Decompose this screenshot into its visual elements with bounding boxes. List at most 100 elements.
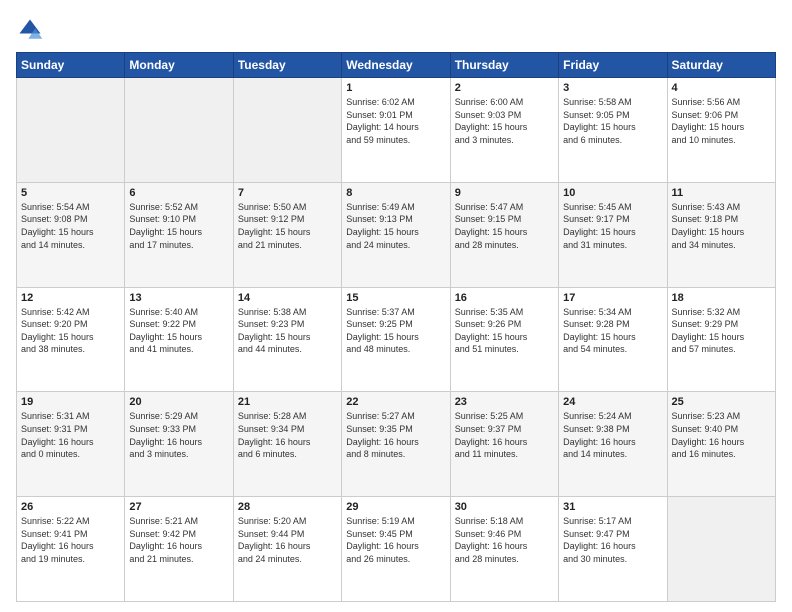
calendar-cell: 30 Sunrise: 5:18 AM Sunset: 9:46 PM Dayli…: [450, 497, 558, 602]
day-number: 4: [672, 82, 771, 94]
day-number: 23: [455, 396, 554, 408]
day-number: 6: [129, 187, 228, 199]
calendar-cell: 17 Sunrise: 5:34 AM Sunset: 9:28 PM Dayli…: [559, 287, 667, 392]
day-number: 3: [563, 82, 662, 94]
logo: [16, 16, 48, 44]
calendar-cell: 8 Sunrise: 5:49 AM Sunset: 9:13 PM Daylig…: [342, 182, 450, 287]
day-info: Sunrise: 5:21 AM Sunset: 9:42 PM Dayligh…: [129, 515, 228, 565]
day-info: Sunrise: 6:00 AM Sunset: 9:03 PM Dayligh…: [455, 96, 554, 146]
calendar-cell: 11 Sunrise: 5:43 AM Sunset: 9:18 PM Dayli…: [667, 182, 775, 287]
day-info: Sunrise: 5:56 AM Sunset: 9:06 PM Dayligh…: [672, 96, 771, 146]
calendar-cell: 18 Sunrise: 5:32 AM Sunset: 9:29 PM Dayli…: [667, 287, 775, 392]
day-info: Sunrise: 5:25 AM Sunset: 9:37 PM Dayligh…: [455, 410, 554, 460]
calendar-cell: 20 Sunrise: 5:29 AM Sunset: 9:33 PM Dayli…: [125, 392, 233, 497]
day-info: Sunrise: 5:54 AM Sunset: 9:08 PM Dayligh…: [21, 201, 120, 251]
day-number: 25: [672, 396, 771, 408]
calendar-cell: 14Sunrise: 5:38 AM Sunset: 9:23 PM Dayli…: [233, 287, 341, 392]
day-info: Sunrise: 5:32 AM Sunset: 9:29 PM Dayligh…: [672, 306, 771, 356]
day-number: 20: [129, 396, 228, 408]
day-number: 17: [563, 292, 662, 304]
day-number: 29: [346, 501, 445, 513]
calendar-cell: 3 Sunrise: 5:58 AM Sunset: 9:05 PM Daylig…: [559, 78, 667, 183]
calendar-cell: 19 Sunrise: 5:31 AM Sunset: 9:31 PM Dayli…: [17, 392, 125, 497]
calendar-cell: 2 Sunrise: 6:00 AM Sunset: 9:03 PM Daylig…: [450, 78, 558, 183]
calendar-cell: 6 Sunrise: 5:52 AM Sunset: 9:10 PM Daylig…: [125, 182, 233, 287]
calendar-cell: 12Sunrise: 5:42 AM Sunset: 9:20 PM Dayli…: [17, 287, 125, 392]
calendar-cell: 4 Sunrise: 5:56 AM Sunset: 9:06 PM Daylig…: [667, 78, 775, 183]
day-number: 15: [346, 292, 445, 304]
day-number: 8: [346, 187, 445, 199]
calendar-cell: 15 Sunrise: 5:37 AM Sunset: 9:25 PM Dayli…: [342, 287, 450, 392]
day-number: 14: [238, 292, 337, 304]
day-number: 28: [238, 501, 337, 513]
day-number: 11: [672, 187, 771, 199]
day-info: Sunrise: 5:23 AM Sunset: 9:40 PM Dayligh…: [672, 410, 771, 460]
day-info: Sunrise: 5:29 AM Sunset: 9:33 PM Dayligh…: [129, 410, 228, 460]
calendar-cell: 9Sunrise: 5:47 AM Sunset: 9:15 PM Daylig…: [450, 182, 558, 287]
day-info: Sunrise: 5:35 AM Sunset: 9:26 PM Dayligh…: [455, 306, 554, 356]
day-number: 31: [563, 501, 662, 513]
day-number: 9: [455, 187, 554, 199]
calendar-cell: 31 Sunrise: 5:17 AM Sunset: 9:47 PM Dayli…: [559, 497, 667, 602]
calendar-cell: [233, 78, 341, 183]
day-info: Sunrise: 5:17 AM Sunset: 9:47 PM Dayligh…: [563, 515, 662, 565]
day-info: Sunrise: 5:24 AM Sunset: 9:38 PM Dayligh…: [563, 410, 662, 460]
day-info: Sunrise: 5:34 AM Sunset: 9:28 PM Dayligh…: [563, 306, 662, 356]
calendar-day-header: Wednesday: [342, 53, 450, 78]
day-info: Sunrise: 5:20 AM Sunset: 9:44 PM Dayligh…: [238, 515, 337, 565]
day-info: Sunrise: 5:28 AM Sunset: 9:34 PM Dayligh…: [238, 410, 337, 460]
calendar-day-header: Friday: [559, 53, 667, 78]
calendar-cell: 28 Sunrise: 5:20 AM Sunset: 9:44 PM Dayli…: [233, 497, 341, 602]
calendar-cell: 26Sunrise: 5:22 AM Sunset: 9:41 PM Dayli…: [17, 497, 125, 602]
calendar-day-header: Saturday: [667, 53, 775, 78]
day-number: 10: [563, 187, 662, 199]
day-info: Sunrise: 5:52 AM Sunset: 9:10 PM Dayligh…: [129, 201, 228, 251]
day-number: 1: [346, 82, 445, 94]
calendar-cell: [125, 78, 233, 183]
day-number: 13: [129, 292, 228, 304]
calendar-cell: 16 Sunrise: 5:35 AM Sunset: 9:26 PM Dayli…: [450, 287, 558, 392]
day-info: Sunrise: 5:18 AM Sunset: 9:46 PM Dayligh…: [455, 515, 554, 565]
day-number: 12: [21, 292, 120, 304]
day-number: 5: [21, 187, 120, 199]
logo-icon: [16, 16, 44, 44]
calendar-cell: 22Sunrise: 5:27 AM Sunset: 9:35 PM Dayli…: [342, 392, 450, 497]
calendar-cell: 7 Sunrise: 5:50 AM Sunset: 9:12 PM Daylig…: [233, 182, 341, 287]
day-info: Sunrise: 5:43 AM Sunset: 9:18 PM Dayligh…: [672, 201, 771, 251]
day-info: Sunrise: 5:37 AM Sunset: 9:25 PM Dayligh…: [346, 306, 445, 356]
calendar-table: SundayMondayTuesdayWednesdayThursdayFrid…: [16, 52, 776, 602]
calendar-cell: 23 Sunrise: 5:25 AM Sunset: 9:37 PM Dayli…: [450, 392, 558, 497]
calendar-cell: 5 Sunrise: 5:54 AM Sunset: 9:08 PM Daylig…: [17, 182, 125, 287]
day-number: 19: [21, 396, 120, 408]
calendar-week-row: 1Sunrise: 6:02 AM Sunset: 9:01 PM Daylig…: [17, 78, 776, 183]
day-info: Sunrise: 5:31 AM Sunset: 9:31 PM Dayligh…: [21, 410, 120, 460]
day-number: 16: [455, 292, 554, 304]
day-info: Sunrise: 5:22 AM Sunset: 9:41 PM Dayligh…: [21, 515, 120, 565]
day-number: 2: [455, 82, 554, 94]
day-number: 30: [455, 501, 554, 513]
calendar-header-row: SundayMondayTuesdayWednesdayThursdayFrid…: [17, 53, 776, 78]
calendar-day-header: Tuesday: [233, 53, 341, 78]
calendar-cell: [17, 78, 125, 183]
calendar-week-row: 26Sunrise: 5:22 AM Sunset: 9:41 PM Dayli…: [17, 497, 776, 602]
day-number: 27: [129, 501, 228, 513]
day-number: 18: [672, 292, 771, 304]
calendar-cell: 25 Sunrise: 5:23 AM Sunset: 9:40 PM Dayli…: [667, 392, 775, 497]
day-info: Sunrise: 5:45 AM Sunset: 9:17 PM Dayligh…: [563, 201, 662, 251]
day-info: Sunrise: 5:58 AM Sunset: 9:05 PM Dayligh…: [563, 96, 662, 146]
header: [16, 16, 776, 44]
day-number: 21: [238, 396, 337, 408]
calendar-day-header: Thursday: [450, 53, 558, 78]
calendar-week-row: 19 Sunrise: 5:31 AM Sunset: 9:31 PM Dayli…: [17, 392, 776, 497]
calendar-cell: 24Sunrise: 5:24 AM Sunset: 9:38 PM Dayli…: [559, 392, 667, 497]
calendar-cell: 29Sunrise: 5:19 AM Sunset: 9:45 PM Dayli…: [342, 497, 450, 602]
calendar-day-header: Sunday: [17, 53, 125, 78]
calendar-cell: 10 Sunrise: 5:45 AM Sunset: 9:17 PM Dayli…: [559, 182, 667, 287]
day-number: 7: [238, 187, 337, 199]
day-number: 22: [346, 396, 445, 408]
calendar-cell: [667, 497, 775, 602]
page: SundayMondayTuesdayWednesdayThursdayFrid…: [0, 0, 792, 612]
day-info: Sunrise: 5:50 AM Sunset: 9:12 PM Dayligh…: [238, 201, 337, 251]
calendar-cell: 1Sunrise: 6:02 AM Sunset: 9:01 PM Daylig…: [342, 78, 450, 183]
day-info: Sunrise: 5:49 AM Sunset: 9:13 PM Dayligh…: [346, 201, 445, 251]
